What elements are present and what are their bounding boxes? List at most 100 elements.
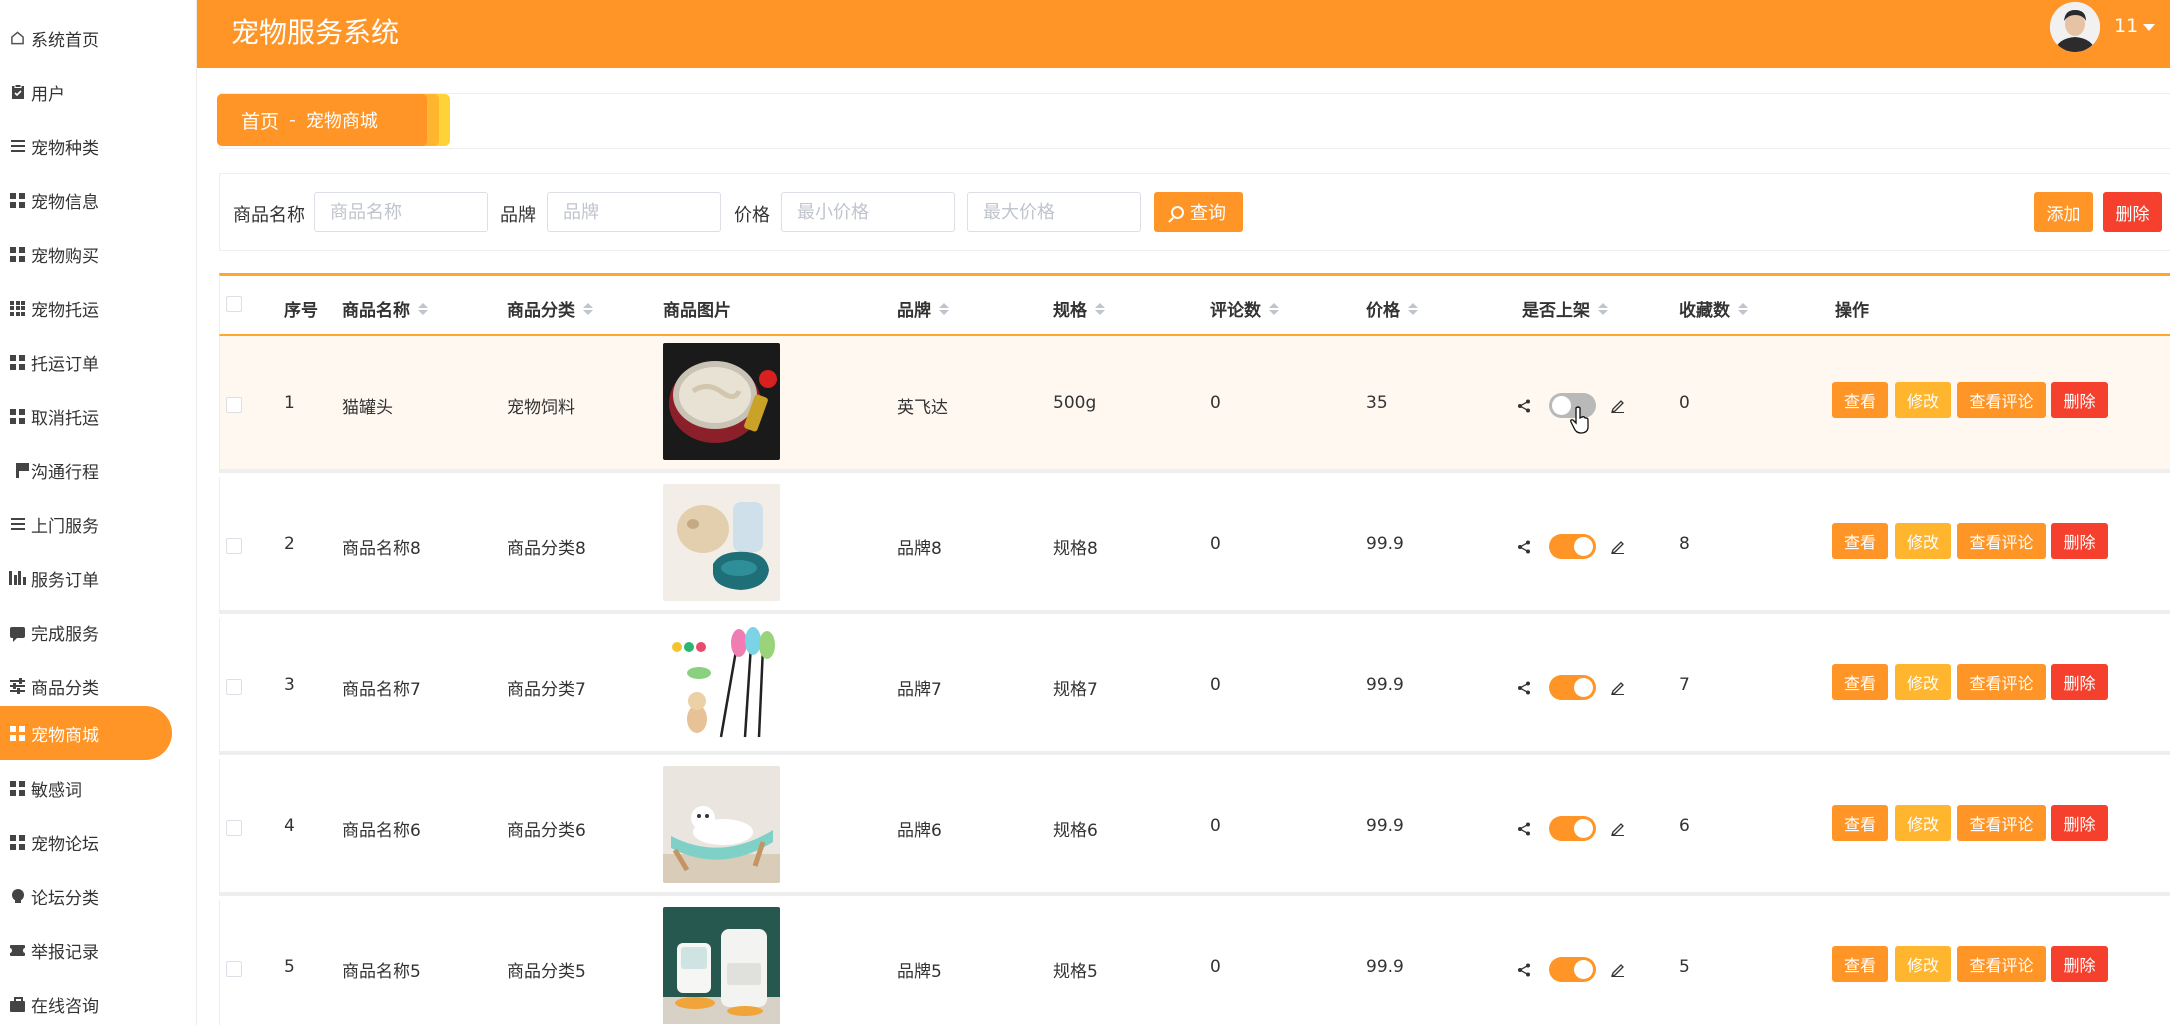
row-checkbox[interactable] xyxy=(226,397,242,413)
row-checkbox[interactable] xyxy=(226,679,242,695)
sidebar-item-service-orders[interactable]: 服务订单 xyxy=(0,551,197,605)
col-category[interactable]: 商品分类 xyxy=(507,296,593,321)
product-image[interactable] xyxy=(663,343,780,460)
add-button[interactable]: 添加 xyxy=(2034,192,2093,232)
app-title: 宠物服务系统 xyxy=(231,16,400,49)
sidebar-item-label: 用户 xyxy=(31,84,65,105)
briefcase-icon xyxy=(10,996,25,1012)
edit-pencil-icon[interactable] xyxy=(1610,820,1626,836)
sidebar-item-pet-purchase[interactable]: 宠物购买 xyxy=(0,227,197,281)
select-all-checkbox[interactable] xyxy=(226,296,242,312)
cell-category: 商品分类6 xyxy=(507,821,586,841)
edit-pencil-icon[interactable] xyxy=(1610,397,1626,413)
product-name-input[interactable] xyxy=(314,192,488,232)
delete-button[interactable]: 删除 xyxy=(2051,946,2108,982)
col-on-shelf[interactable]: 是否上架 xyxy=(1522,296,1608,321)
cell-category: 商品分类8 xyxy=(507,539,586,559)
cell-index: 2 xyxy=(284,534,295,554)
share-icon[interactable] xyxy=(1517,963,1531,977)
batch-delete-button[interactable]: 删除 xyxy=(2103,192,2162,232)
product-image[interactable] xyxy=(663,766,780,883)
col-name[interactable]: 商品名称 xyxy=(342,296,428,321)
product-image[interactable] xyxy=(663,625,780,742)
view-button[interactable]: 查看 xyxy=(1832,664,1888,700)
edit-button[interactable]: 修改 xyxy=(1895,382,1951,418)
sidebar-item-label: 完成服务 xyxy=(31,624,99,645)
sidebar-item-pet-forum[interactable]: 宠物论坛 xyxy=(0,815,197,869)
view-comments-button[interactable]: 查看评论 xyxy=(1957,382,2046,418)
sidebar: 系统首页 用户 宠物种类 宠物信息 宠物购买 宠物托运 托运订单 取消托运 沟通… xyxy=(0,0,197,1025)
row-checkbox[interactable] xyxy=(226,961,242,977)
on-shelf-toggle[interactable] xyxy=(1549,534,1596,559)
sidebar-item-label: 举报记录 xyxy=(31,942,99,963)
cell-brand: 品牌5 xyxy=(897,962,942,982)
grid-icon xyxy=(10,246,25,262)
delete-button[interactable]: 删除 xyxy=(2051,523,2108,559)
row-checkbox[interactable] xyxy=(226,538,242,554)
view-button[interactable]: 查看 xyxy=(1832,805,1888,841)
edit-pencil-icon[interactable] xyxy=(1610,961,1626,977)
col-brand[interactable]: 品牌 xyxy=(897,296,949,321)
view-comments-button[interactable]: 查看评论 xyxy=(1957,805,2046,841)
product-image[interactable] xyxy=(663,484,780,601)
sidebar-item-product-category[interactable]: 商品分类 xyxy=(0,659,197,713)
sidebar-item-sensitive-words[interactable]: 敏感词 xyxy=(0,761,197,815)
view-comments-button[interactable]: 查看评论 xyxy=(1957,664,2046,700)
sidebar-item-pet-info[interactable]: 宠物信息 xyxy=(0,173,197,227)
avatar[interactable] xyxy=(2050,2,2100,52)
edit-button[interactable]: 修改 xyxy=(1895,805,1951,841)
share-icon[interactable] xyxy=(1517,540,1531,554)
on-shelf-toggle[interactable] xyxy=(1549,675,1596,700)
col-favorites[interactable]: 收藏数 xyxy=(1679,296,1748,321)
sidebar-item-users[interactable]: 用户 xyxy=(0,65,197,119)
search-button[interactable]: 查询 xyxy=(1154,192,1243,232)
delete-button[interactable]: 删除 xyxy=(2051,382,2108,418)
caret-down-icon[interactable] xyxy=(2143,24,2155,31)
product-image[interactable] xyxy=(663,907,780,1024)
brand-input[interactable] xyxy=(547,192,721,232)
view-button[interactable]: 查看 xyxy=(1832,382,1888,418)
sidebar-item-completed-service[interactable]: 完成服务 xyxy=(0,605,197,659)
sidebar-item-cancel-shipping[interactable]: 取消托运 xyxy=(0,389,197,443)
username[interactable]: 11 xyxy=(2114,15,2138,37)
edit-button[interactable]: 修改 xyxy=(1895,523,1951,559)
col-index: 序号 xyxy=(284,301,318,321)
sidebar-item-shipping-orders[interactable]: 托运订单 xyxy=(0,335,197,389)
sidebar-item-pet-shipping[interactable]: 宠物托运 xyxy=(0,281,197,335)
edit-pencil-icon[interactable] xyxy=(1610,538,1626,554)
sidebar-item-forum-category[interactable]: 论坛分类 xyxy=(0,869,197,923)
col-spec[interactable]: 规格 xyxy=(1053,296,1105,321)
col-comments[interactable]: 评论数 xyxy=(1210,296,1279,321)
row-checkbox[interactable] xyxy=(226,820,242,836)
edit-button[interactable]: 修改 xyxy=(1895,946,1951,982)
share-icon[interactable] xyxy=(1517,681,1531,695)
sidebar-item-online-consult[interactable]: 在线咨询 xyxy=(0,977,197,1025)
edit-pencil-icon[interactable] xyxy=(1610,679,1626,695)
view-button[interactable]: 查看 xyxy=(1832,523,1888,559)
min-price-input[interactable] xyxy=(781,192,955,232)
view-button[interactable]: 查看 xyxy=(1832,946,1888,982)
sidebar-item-itinerary[interactable]: 沟通行程 xyxy=(0,443,197,497)
edit-button[interactable]: 修改 xyxy=(1895,664,1951,700)
grid-icon xyxy=(10,834,25,850)
sidebar-item-pet-mall[interactable]: 宠物商城 xyxy=(0,706,172,760)
on-shelf-toggle[interactable] xyxy=(1549,816,1596,841)
breadcrumb-home[interactable]: 首页 xyxy=(241,107,279,134)
sidebar-item-home[interactable]: 系统首页 xyxy=(0,11,197,65)
list-icon xyxy=(10,517,25,532)
delete-button[interactable]: 删除 xyxy=(2051,664,2108,700)
sidebar-item-home-service[interactable]: 上门服务 xyxy=(0,497,197,551)
sort-icon xyxy=(939,302,949,315)
view-comments-button[interactable]: 查看评论 xyxy=(1957,946,2046,982)
cell-spec: 规格5 xyxy=(1053,962,1098,982)
col-price[interactable]: 价格 xyxy=(1366,296,1418,321)
view-comments-button[interactable]: 查看评论 xyxy=(1957,523,2046,559)
on-shelf-toggle[interactable] xyxy=(1549,957,1596,982)
sidebar-item-label: 商品分类 xyxy=(31,678,99,699)
share-icon[interactable] xyxy=(1517,822,1531,836)
delete-button[interactable]: 删除 xyxy=(2051,805,2108,841)
sidebar-item-reports[interactable]: 举报记录 xyxy=(0,923,197,977)
sidebar-item-pet-species[interactable]: 宠物种类 xyxy=(0,119,197,173)
max-price-input[interactable] xyxy=(967,192,1141,232)
share-icon[interactable] xyxy=(1517,399,1531,413)
